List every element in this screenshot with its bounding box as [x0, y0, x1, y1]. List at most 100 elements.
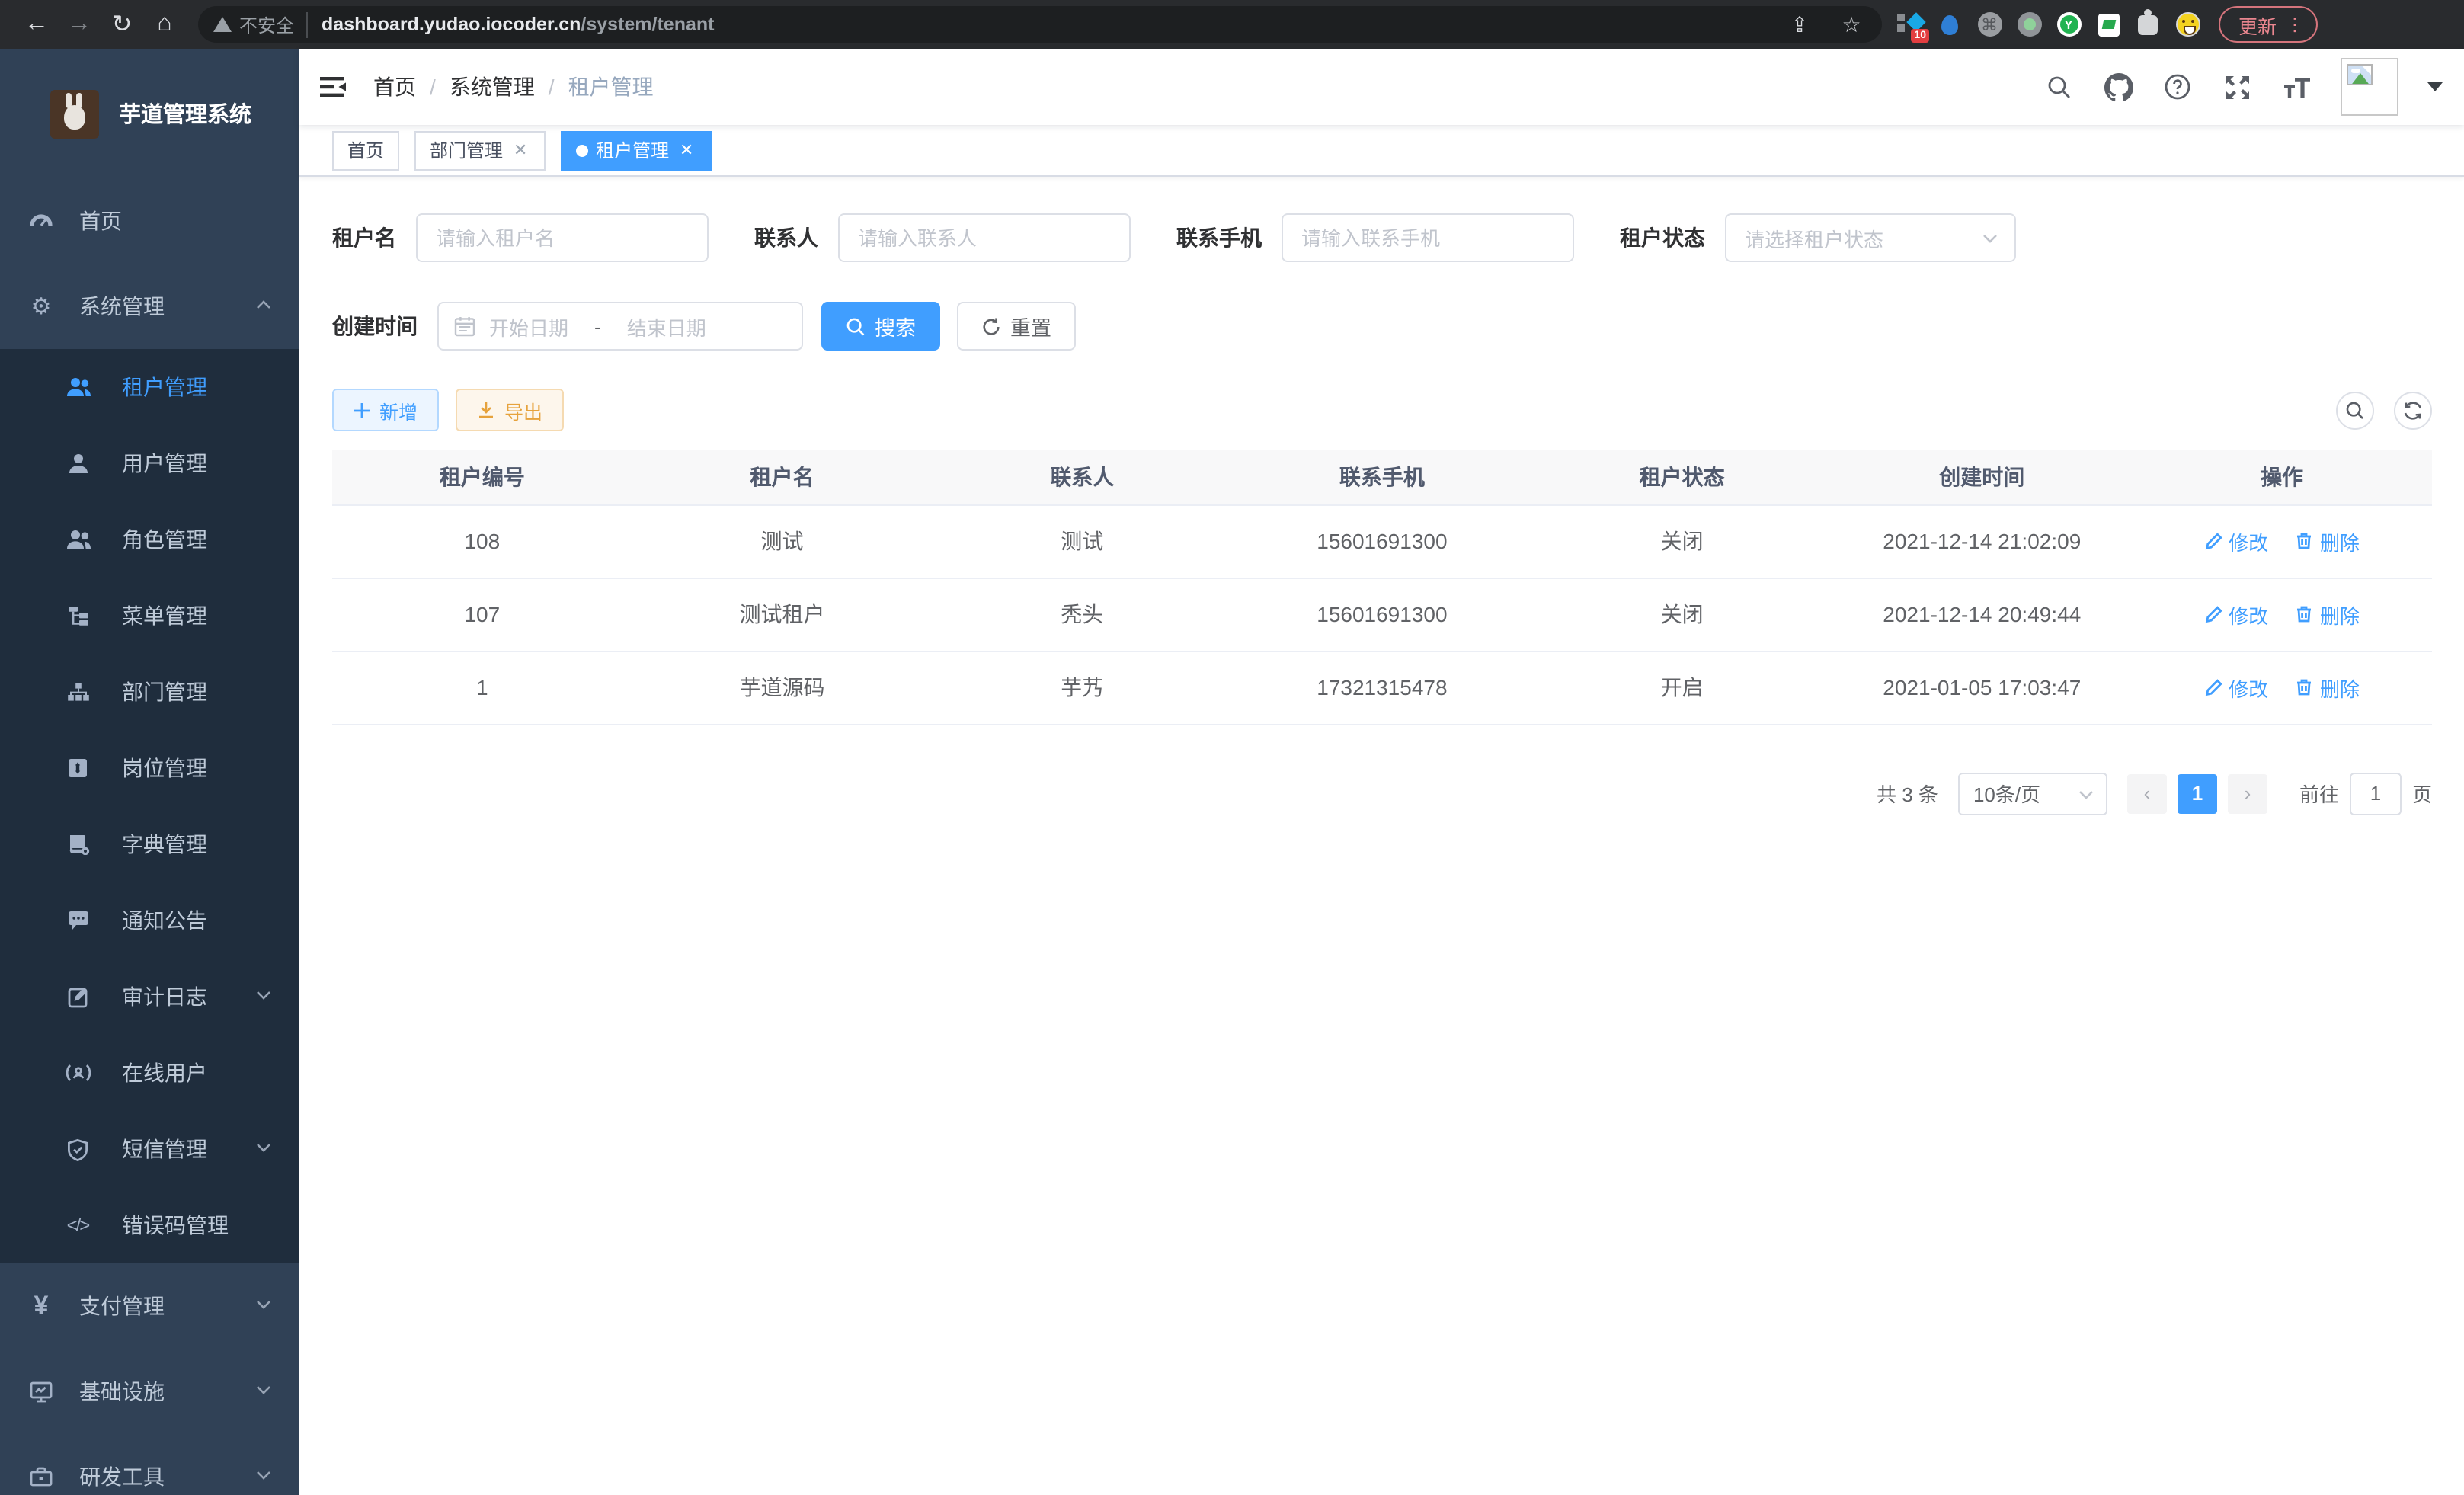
- close-icon[interactable]: ✕: [677, 140, 696, 160]
- header-search-icon[interactable]: [2043, 72, 2074, 102]
- delete-link[interactable]: 删除: [2296, 527, 2360, 555]
- sidebar-item-home[interactable]: 首页: [0, 178, 299, 264]
- page-1-button[interactable]: 1: [2178, 773, 2217, 813]
- sidebar-item-tenant[interactable]: 租户管理: [0, 349, 299, 425]
- profile-emoji-icon[interactable]: [2174, 11, 2200, 37]
- tab-home[interactable]: 首页: [332, 130, 399, 170]
- extension-command-icon[interactable]: ⌘: [1976, 11, 2002, 37]
- tenant-name-input[interactable]: [416, 213, 709, 262]
- app-logo-row[interactable]: 芋道管理系统: [0, 49, 299, 178]
- edit-link[interactable]: 修改: [2204, 673, 2268, 702]
- plus-icon: [354, 402, 370, 418]
- back-icon[interactable]: ←: [15, 3, 58, 46]
- sidebar-item-post[interactable]: 岗位管理: [0, 730, 299, 806]
- cell-id: 1: [332, 651, 632, 724]
- avatar-caret-icon[interactable]: [2427, 82, 2443, 91]
- forward-icon[interactable]: →: [58, 3, 101, 46]
- prev-page-button[interactable]: ‹: [2127, 773, 2167, 813]
- reset-label: 重置: [1010, 311, 1051, 341]
- bookmark-star-icon[interactable]: ☆: [1836, 9, 1867, 40]
- extension-balloon-icon[interactable]: [1937, 11, 1963, 37]
- sidebar-item-menu[interactable]: 菜单管理: [0, 578, 299, 654]
- show-search-toggle-button[interactable]: [2336, 391, 2374, 429]
- update-label: 更新: [2238, 10, 2277, 39]
- edit-link[interactable]: 修改: [2204, 527, 2268, 555]
- phone-input[interactable]: [1282, 213, 1574, 262]
- sidebar-item-label: 通知公告: [122, 905, 207, 936]
- help-icon[interactable]: [2162, 72, 2193, 102]
- sidebar-item-dept[interactable]: 部门管理: [0, 654, 299, 730]
- contact-input[interactable]: [838, 213, 1131, 262]
- total-count: 共 3 条: [1877, 779, 1938, 808]
- status-select[interactable]: 请选择租户状态: [1725, 213, 2016, 262]
- user-icon: [64, 452, 91, 475]
- delete-link[interactable]: 删除: [2296, 600, 2360, 629]
- app-logo: [50, 89, 99, 138]
- home-icon[interactable]: ⌂: [143, 3, 186, 46]
- sidebar-item-label: 部门管理: [122, 677, 207, 707]
- sidebar-item-devtools[interactable]: 研发工具: [0, 1434, 299, 1495]
- cell-name: 芋道源码: [632, 651, 933, 724]
- chevron-down-icon: [254, 984, 273, 1009]
- sidebar-item-user[interactable]: 用户管理: [0, 425, 299, 501]
- page-size-select[interactable]: 10条/页: [1958, 772, 2107, 815]
- cell-id: 108: [332, 504, 632, 578]
- chrome-update-button[interactable]: 更新 ⋮: [2219, 6, 2318, 43]
- sidebar-item-dict[interactable]: 字典管理: [0, 806, 299, 882]
- reset-button[interactable]: 重置: [957, 302, 1076, 351]
- created-label: 创建时间: [332, 311, 418, 341]
- url-bar[interactable]: 不安全 dashboard.yudao.iocoder.cn/system/te…: [198, 6, 1882, 43]
- next-page-button[interactable]: ›: [2228, 773, 2267, 813]
- sidebar-item-notice[interactable]: 通知公告: [0, 882, 299, 959]
- cell-name: 测试: [632, 504, 933, 578]
- online-user-icon: [64, 1062, 91, 1084]
- trash-icon: [2296, 532, 2314, 550]
- sidebar-item-label: 系统管理: [79, 291, 165, 322]
- cell-actions: 修改 删除: [2132, 578, 2432, 651]
- extension-diamond-icon[interactable]: 10: [1897, 11, 1923, 37]
- goto-page-input[interactable]: [2350, 772, 2402, 815]
- export-button[interactable]: 导出: [456, 389, 564, 431]
- sidebar-item-pay[interactable]: ¥ 支付管理: [0, 1263, 299, 1349]
- tab-tenant[interactable]: 租户管理 ✕: [561, 130, 712, 170]
- app-title: 芋道管理系统: [119, 98, 251, 130]
- extension-record-icon[interactable]: [2016, 11, 2042, 37]
- delete-link[interactable]: 删除: [2296, 673, 2360, 702]
- github-icon[interactable]: [2103, 72, 2133, 102]
- breadcrumb-separator: /: [549, 75, 555, 99]
- sidebar-item-system[interactable]: ⚙ 系统管理: [0, 264, 299, 349]
- tab-dept[interactable]: 部门管理 ✕: [414, 130, 546, 170]
- sidebar-item-error-code[interactable]: </> 错误码管理: [0, 1187, 299, 1263]
- search-icon: [846, 316, 866, 336]
- collapse-sidebar-icon[interactable]: [317, 72, 347, 102]
- fullscreen-icon[interactable]: [2222, 72, 2252, 102]
- refresh-icon: [981, 316, 1001, 336]
- share-icon[interactable]: ⇪: [1784, 9, 1815, 40]
- url-host: dashboard.yudao.iocoder.cn: [322, 14, 581, 35]
- edit-link[interactable]: 修改: [2204, 600, 2268, 629]
- search-button[interactable]: 搜索: [821, 302, 940, 351]
- add-button[interactable]: 新增: [332, 389, 439, 431]
- font-size-icon[interactable]: [2281, 72, 2312, 102]
- date-range-picker[interactable]: 开始日期 - 结束日期: [437, 302, 803, 351]
- breadcrumb-home[interactable]: 首页: [373, 72, 416, 102]
- chrome-menu-icon[interactable]: ⋮: [2286, 14, 2304, 35]
- url-text[interactable]: dashboard.yudao.iocoder.cn/system/tenant: [322, 14, 714, 35]
- breadcrumb-current: 租户管理: [568, 72, 654, 102]
- sidebar-item-online-users[interactable]: 在线用户: [0, 1035, 299, 1111]
- avatar[interactable]: [2341, 58, 2398, 116]
- reload-icon[interactable]: ↻: [101, 3, 143, 46]
- extensions-puzzle-icon[interactable]: [2135, 11, 2161, 37]
- edit-icon: [2204, 532, 2222, 550]
- close-icon[interactable]: ✕: [510, 140, 530, 160]
- sidebar-item-infra[interactable]: 基础设施: [0, 1349, 299, 1434]
- breadcrumb-system[interactable]: 系统管理: [450, 72, 535, 102]
- sidebar-item-role[interactable]: 角色管理: [0, 501, 299, 578]
- sidebar-item-sms[interactable]: 短信管理: [0, 1111, 299, 1187]
- security-indicator[interactable]: 不安全: [213, 11, 308, 37]
- sidebar-item-audit-log[interactable]: 审计日志: [0, 959, 299, 1035]
- extension-yudao-icon[interactable]: Y: [2056, 11, 2082, 37]
- extension-chat-icon[interactable]: [2095, 11, 2121, 37]
- refresh-table-button[interactable]: [2394, 391, 2432, 429]
- col-phone: 联系手机: [1232, 450, 1532, 504]
